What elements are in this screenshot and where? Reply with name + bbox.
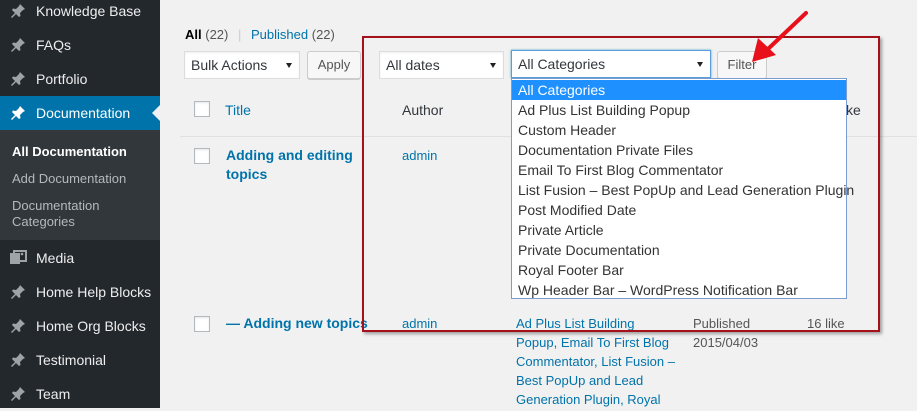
menu-item-documentation[interactable]: Documentation [0, 96, 160, 130]
view-all-count: (22) [205, 27, 229, 42]
submenu-add-documentation[interactable]: Add Documentation [12, 171, 126, 187]
pin-icon [0, 352, 36, 368]
view-separator: | [238, 27, 242, 42]
post-status-views: All (22) | Published (22) [185, 27, 335, 42]
menu-label: Testimonial [36, 352, 107, 368]
submenu-documentation-categories[interactable]: Documentation Categories [12, 198, 122, 230]
menu-label: Home Help Blocks [36, 284, 152, 300]
row-title-link[interactable]: Adding and editing topics [226, 146, 353, 184]
menu-label: Team [36, 386, 71, 402]
menu-item-portfolio[interactable]: Portfolio [0, 62, 160, 96]
menu-label: Documentation [36, 105, 131, 121]
category-line: Generation Plugin, Royal [516, 392, 661, 407]
menu-label: Portfolio [36, 71, 88, 87]
menu-item-testimonial[interactable]: Testimonial [0, 343, 160, 377]
pin-icon [0, 105, 36, 121]
view-all-link[interactable]: All [185, 27, 202, 42]
pin-icon [0, 37, 36, 53]
view-published-link[interactable]: Published [251, 27, 308, 42]
menu-item-team[interactable]: Team [0, 377, 160, 411]
pin-icon [0, 284, 36, 300]
row-date: 2015/04/03 [693, 335, 759, 350]
chevron-down-icon [286, 63, 292, 68]
pin-icon [0, 71, 36, 87]
pin-icon [0, 3, 36, 19]
column-title-header[interactable]: Title [225, 102, 251, 118]
menu-item-home-org-blocks[interactable]: Home Org Blocks [0, 309, 160, 343]
menu-label: Media [36, 250, 75, 266]
row-title-link[interactable]: — Adding new topics [226, 314, 368, 333]
pin-icon [0, 318, 36, 334]
category-line: Commentator, List Fusion – [516, 354, 675, 369]
select-all-checkbox[interactable] [194, 101, 210, 117]
documentation-submenu: All Documentation Add Documentation Docu… [0, 130, 160, 240]
view-published-count: (22) [311, 27, 335, 42]
menu-label: Knowledge Base [36, 3, 142, 19]
category-line: Popup, Email To First Blog [516, 335, 669, 350]
menu-item-knowledge-base[interactable]: Knowledge Base [0, 0, 160, 28]
menu-label: FAQs [36, 37, 72, 53]
menu-item-faqs[interactable]: FAQs [0, 28, 160, 62]
menu-item-home-help-blocks[interactable]: Home Help Blocks [0, 275, 160, 309]
submenu-all-documentation[interactable]: All Documentation [12, 144, 127, 160]
menu-label: Home Org Blocks [36, 318, 146, 334]
row-title-line: Adding and editing [226, 147, 353, 163]
media-icon [0, 250, 36, 266]
annotation-highlight-box [362, 36, 880, 332]
row-checkbox[interactable] [194, 148, 210, 164]
apply-button[interactable]: Apply [307, 51, 361, 79]
row-title-line: topics [226, 166, 268, 182]
category-line: Best PopUp and Lead [516, 373, 644, 388]
menu-item-media[interactable]: Media [0, 241, 160, 275]
pin-icon [0, 386, 36, 402]
bulk-actions-select[interactable]: Bulk Actions [184, 51, 300, 79]
admin-sidebar: Knowledge Base FAQs Portfolio Documentat… [0, 0, 160, 408]
bulk-actions-value: Bulk Actions [191, 57, 268, 73]
row-checkbox[interactable] [194, 316, 210, 332]
